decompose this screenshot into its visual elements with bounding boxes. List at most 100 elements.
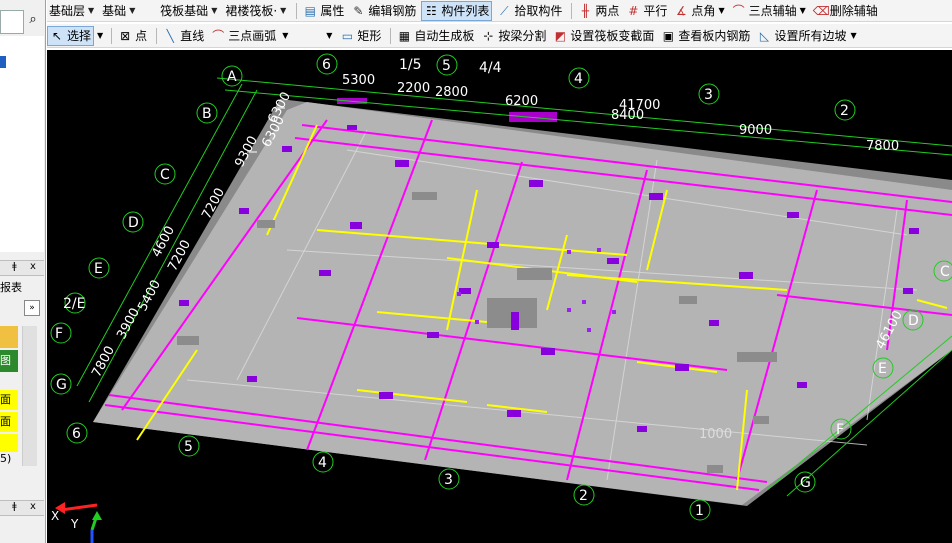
dim-label: 7800 xyxy=(866,139,899,154)
expand-button[interactable]: » xyxy=(24,300,40,316)
parallel-button[interactable]: # 平行 xyxy=(624,2,669,20)
dim-label: 8400 xyxy=(611,108,644,123)
floor-dropdown[interactable]: 基础层 ▼ xyxy=(47,2,96,20)
row-highlight-orange xyxy=(0,326,18,348)
ucs-icon: Y X xyxy=(51,502,102,543)
axis-label: 3 xyxy=(704,87,713,103)
category-dropdown[interactable]: 基础 ▼ xyxy=(100,2,154,20)
category-dropdown-label: 基础 xyxy=(102,4,127,18)
close-icon[interactable]: x xyxy=(30,501,36,512)
view-rebar-icon: ▣ xyxy=(662,28,675,43)
axis-label: C xyxy=(940,264,950,280)
type-dropdown[interactable]: 筏板基础 ▼ xyxy=(158,2,219,20)
axis-label: 6 xyxy=(322,57,331,73)
axis-label: C xyxy=(160,167,170,183)
component-list-button[interactable]: ☷ 构件列表 xyxy=(421,0,493,21)
element-dropdown[interactable]: 裙楼筏板· ▼ xyxy=(223,2,288,20)
element-dropdown-label: 裙楼筏板· xyxy=(225,4,278,18)
axis-label: 4 xyxy=(318,455,327,471)
axis-label: B xyxy=(202,106,212,122)
row-label-last: 5) xyxy=(0,452,12,465)
rectangle-icon: ▭ xyxy=(341,28,354,43)
axis-label: 6 xyxy=(72,426,81,442)
axis-label: F xyxy=(836,422,844,438)
dim-label: 6200 xyxy=(505,94,538,109)
main-toolbar: 基础层 ▼ 基础 ▼ 筏板基础 ▼ 裙楼筏板· ▼ ▤ 属性 ✎ 编辑钢筋 ☷ 构件列表 ⟋ 拾… xyxy=(47,0,952,22)
panel-list-area xyxy=(0,36,44,252)
axis-label: 1/5 xyxy=(399,57,422,73)
pick-component-button[interactable]: ⟋ 拾取构件 xyxy=(495,2,564,20)
row-green[interactable]: 图 xyxy=(0,350,18,372)
section-icon: ◩ xyxy=(554,28,567,43)
point-icon: ⊠ xyxy=(120,28,131,43)
three-point-axis-button[interactable]: ⌒ 三点辅轴 ▼ xyxy=(730,2,808,20)
line-icon: ╲ xyxy=(166,28,174,43)
auto-generate-slab-button[interactable]: ▦ 自动生成板 xyxy=(395,27,476,45)
axis-label: 2 xyxy=(840,103,849,119)
panel-header-bar: ǂ x xyxy=(0,260,44,276)
angle-icon: ∡ xyxy=(676,3,687,18)
point-angle-button[interactable]: ∡ 点角 ▼ xyxy=(672,2,726,20)
properties-button[interactable]: ▤ 属性 xyxy=(301,2,346,20)
parallel-icon: # xyxy=(628,3,639,18)
dim-label: 7800 xyxy=(89,344,118,380)
axis-label: 2/E xyxy=(63,296,85,312)
search-input[interactable] xyxy=(0,10,24,34)
list-icon: ☷ xyxy=(425,3,437,18)
axis-label: E xyxy=(878,361,887,377)
eraser-icon: ⌫ xyxy=(812,3,830,18)
set-variable-section-button[interactable]: ◩ 设置筏板变截面 xyxy=(551,27,656,45)
cursor-icon: ↖ xyxy=(51,28,63,43)
axis-label: D xyxy=(128,215,139,231)
edit-rebar-button[interactable]: ✎ 编辑钢筋 xyxy=(349,2,418,20)
properties-icon: ▤ xyxy=(304,3,316,18)
ucs-x-label: X xyxy=(51,509,59,523)
axis-label: A xyxy=(227,69,237,85)
line-button[interactable]: ╲ 直线 xyxy=(161,27,206,45)
pin-icon[interactable]: ǂ xyxy=(12,261,17,272)
type-dropdown-label: 筏板基础 xyxy=(160,4,209,18)
selected-tree-item[interactable] xyxy=(0,56,6,68)
axis-label: 1 xyxy=(695,503,704,519)
three-point-arc-button[interactable]: ⌒ 三点画弧 ▼ xyxy=(209,27,323,45)
arc-icon: ⌒ xyxy=(212,28,225,43)
axis-label: E xyxy=(94,261,103,277)
3d-viewport[interactable]: A B C D E 2/E F G 6 6 1/5 5 4/4 4 3 2 C … xyxy=(47,50,952,543)
set-all-slopes-button[interactable]: ◺ 设置所有边坡 ▼ xyxy=(755,27,858,45)
row-yellow-2[interactable]: 面 xyxy=(0,412,18,432)
dim-label: 1000 xyxy=(699,427,732,442)
select-button[interactable]: ↖ 选择 xyxy=(47,25,95,46)
dim-label: 2200 xyxy=(397,81,430,96)
pin-icon[interactable]: ǂ xyxy=(12,501,17,512)
axis-label: 3 xyxy=(444,472,453,488)
search-icon[interactable]: ⌕ xyxy=(24,12,42,30)
point-button[interactable]: ⊠ 点 xyxy=(116,27,149,45)
two-point-button[interactable]: ╫ 两点 xyxy=(576,2,621,20)
close-icon[interactable]: x xyxy=(30,261,36,272)
two-point-icon: ╫ xyxy=(581,3,589,18)
delete-axis-button[interactable]: ⌫ 删除辅轴 xyxy=(811,2,880,20)
rectangle-button[interactable]: ▭ 矩形 xyxy=(338,27,383,45)
draw-toolbar: ↖ 选择 ▼ ⊠ 点 ╲ 直线 ⌒ 三点画弧 ▼ ▼ ▭ 矩形 ▦ 自动生成板 ⊹ 按梁分割 ◩… xyxy=(47,24,952,48)
axis-label: 4 xyxy=(574,71,583,87)
model-canvas[interactable]: A B C D E 2/E F G 6 6 1/5 5 4/4 4 3 2 C … xyxy=(47,50,952,543)
axis-label: F xyxy=(55,326,63,342)
dim-label: 9000 xyxy=(739,123,772,138)
axis-label: G xyxy=(56,377,67,393)
report-label: 报表 xyxy=(0,281,22,294)
slope-icon: ◺ xyxy=(759,28,770,43)
pen-icon: ✎ xyxy=(353,3,364,18)
row-yellow-3[interactable] xyxy=(0,434,18,452)
split-by-beam-button[interactable]: ⊹ 按梁分割 xyxy=(479,27,548,45)
ucs-y-label: Y xyxy=(70,517,79,531)
grid-icon: ▦ xyxy=(398,28,411,43)
axis-label: 2 xyxy=(579,488,588,504)
panel-scrollbar[interactable] xyxy=(22,326,37,466)
dim-label: 3900 xyxy=(114,306,143,342)
view-slab-rebar-button[interactable]: ▣ 查看板内钢筋 xyxy=(659,27,752,45)
row-yellow-1[interactable]: 面 xyxy=(0,390,18,410)
arc-axis-icon: ⌒ xyxy=(732,3,745,18)
axis-label: 4/4 xyxy=(479,60,502,76)
left-panel: ⌕ ǂ x 报表 » 图 面 面 5) ǂ x xyxy=(0,0,46,543)
dim-label: 2800 xyxy=(435,85,468,100)
